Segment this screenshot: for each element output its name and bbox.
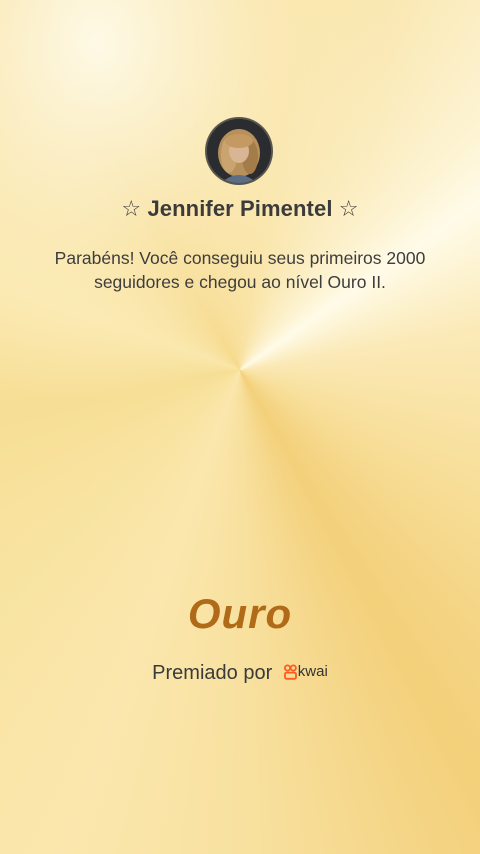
- level-title: Ouro: [187, 590, 293, 637]
- kwai-logo-icon: [283, 660, 297, 683]
- awarded-by-line: Premiado por kwai: [0, 662, 480, 685]
- achievement-message: Parabéns! Você conseguiu seus primeiros …: [54, 248, 426, 292]
- avatar[interactable]: [207, 119, 271, 183]
- kwai-brand-text: kwai: [297, 663, 328, 681]
- user-name: ☆ Jennifer Pimentel ☆: [121, 196, 359, 221]
- awarded-by-label: Premiado por: [152, 662, 273, 684]
